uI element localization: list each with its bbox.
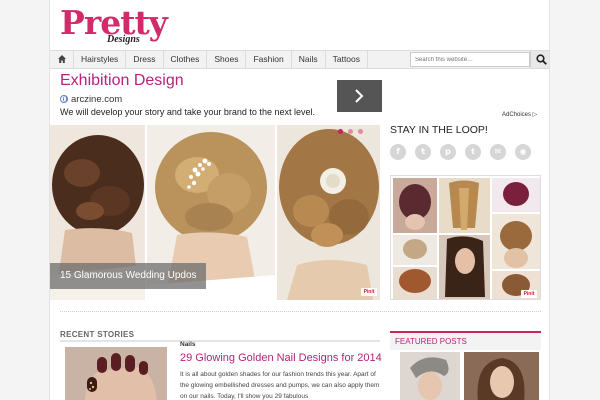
nav-item-clothes[interactable]: Clothes [164, 51, 208, 68]
slider-dots [338, 129, 363, 134]
nav-item-shoes[interactable]: Shoes [207, 51, 247, 68]
collage-tile[interactable] [393, 267, 437, 299]
social-links: f t p t ✉ ◉ [390, 144, 531, 160]
ad-banner[interactable]: Exhibition Design arczine.com We will de… [60, 72, 360, 122]
hero-caption[interactable]: 15 Glamorous Wedding Updos [50, 263, 206, 289]
slider-dot-3[interactable] [358, 129, 363, 134]
featured-posts-heading: FEATURED POSTS [390, 333, 541, 350]
logo-tagline: Designs [107, 34, 140, 45]
chevron-right-icon [355, 89, 364, 103]
adchoices-link[interactable]: AdChoices ▷ [502, 111, 537, 118]
main-nav: Hairstyles Dress Clothes Shoes Fashion N… [50, 50, 549, 69]
nav-items: Hairstyles Dress Clothes Shoes Fashion N… [50, 51, 369, 68]
collage-tile[interactable] [439, 235, 490, 299]
ad-description: We will develop your story and take your… [60, 107, 315, 117]
story-category[interactable]: Nails [180, 341, 196, 348]
recent-stories-heading: RECENT STORIES [60, 330, 135, 339]
nav-item-fashion[interactable]: Fashion [246, 51, 292, 68]
collage-tile[interactable] [492, 214, 540, 269]
nav-item-dress[interactable]: Dress [126, 51, 164, 68]
home-icon [58, 55, 66, 63]
slider-dot-1[interactable] [338, 129, 343, 134]
story-excerpt: It is all about golden shades for our fa… [180, 371, 380, 400]
featured-posts: FEATURED POSTS [390, 331, 541, 400]
email-icon[interactable]: ✉ [490, 144, 506, 160]
stay-in-loop-heading: STAY IN THE LOOP! [390, 124, 488, 136]
page: Pretty Designs Hairstyles Dress Clothes … [49, 0, 550, 400]
sidebar-photo-collage[interactable]: Pinit [390, 175, 541, 300]
nav-item-hairstyles[interactable]: Hairstyles [74, 51, 127, 68]
adchoices-label: AdChoices [502, 112, 532, 118]
featured-thumbnail-1[interactable] [400, 352, 460, 400]
slider-dot-2[interactable] [348, 129, 353, 134]
collage-tile[interactable] [492, 178, 540, 212]
ad-domain-row: arczine.com [60, 93, 122, 105]
search-input[interactable] [410, 52, 530, 67]
site-logo[interactable]: Pretty Designs [60, 6, 180, 46]
twitter-icon[interactable]: t [415, 144, 431, 160]
hero-photo-3: Pinit [277, 125, 380, 300]
rss-icon[interactable]: ◉ [515, 144, 531, 160]
globe-icon [60, 95, 68, 103]
section-divider [60, 311, 541, 312]
search-button[interactable] [530, 51, 549, 68]
ad-title[interactable]: Exhibition Design [60, 72, 184, 90]
nav-home[interactable] [50, 51, 74, 68]
featured-thumbnail-2[interactable] [464, 352, 539, 400]
nav-item-nails[interactable]: Nails [292, 51, 326, 68]
story-thumbnail[interactable] [65, 347, 167, 400]
magnifier-icon [536, 54, 547, 65]
ad-domain[interactable]: arczine.com [71, 94, 122, 105]
recent-stories-rule [60, 340, 380, 342]
hero-slider[interactable]: Pinit 15 Glamorous Wedding Updos [50, 125, 380, 300]
facebook-icon[interactable]: f [390, 144, 406, 160]
nav-item-tattoos[interactable]: Tattoos [326, 51, 369, 68]
collage-tile[interactable] [393, 178, 437, 233]
pinit-button[interactable]: Pinit [361, 288, 377, 296]
ad-next-button[interactable] [337, 80, 382, 112]
collage-tile[interactable] [393, 235, 437, 265]
story-title[interactable]: 29 Glowing Golden Nail Designs for 2014 [180, 352, 382, 364]
collage-tile[interactable] [439, 178, 490, 233]
tumblr-icon[interactable]: t [465, 144, 481, 160]
collage-pinit-button[interactable]: Pinit [521, 290, 537, 298]
pinterest-icon[interactable]: p [440, 144, 456, 160]
